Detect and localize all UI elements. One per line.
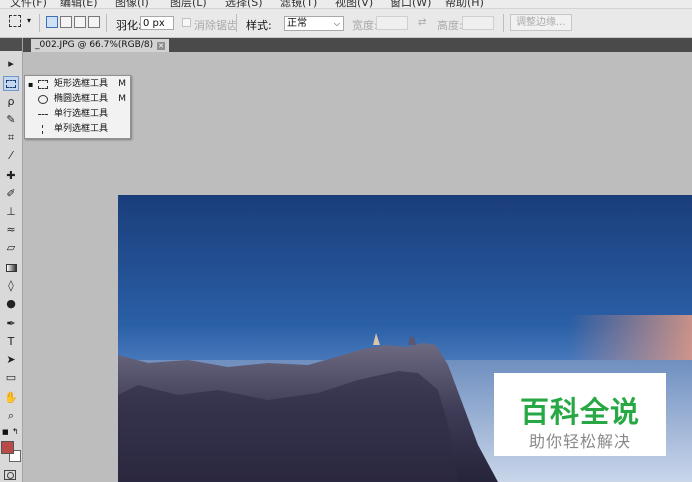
blur-tool-icon[interactable]: ◊: [3, 278, 19, 293]
eraser-tool-icon[interactable]: ▱: [3, 240, 19, 255]
zoom-tool-icon[interactable]: ⌕: [3, 408, 19, 423]
toolbox: ▸ ρ ✎ ⌗ ⁄ ✚ ✐ ⊥ ≈ ▱ ◊ ● ✒ T ➤ ▭ ✋ ⌕ ■ ↰: [0, 38, 23, 482]
flyout-item-ellipse-marquee[interactable]: 椭圆选框工具 M: [25, 92, 130, 107]
history-brush-tool-icon[interactable]: ≈: [3, 222, 19, 237]
watermark-subtitle: 助你轻松解决: [528, 432, 631, 451]
subtract-selection-button[interactable]: [74, 16, 86, 28]
watermark-badge: 百科全说 助你轻松解决: [494, 373, 666, 456]
height-input[interactable]: [462, 16, 494, 30]
antialias-label: 消除锯齿: [194, 19, 238, 32]
flyout-item-label: 矩形选框工具: [54, 79, 109, 89]
chevron-down-icon: ⌵: [333, 19, 340, 28]
dodge-tool-icon[interactable]: ●: [3, 296, 19, 311]
flyout-item-shortcut: M: [118, 94, 126, 104]
flyout-item-single-row-marquee[interactable]: 单行选框工具: [25, 107, 130, 122]
pen-tool-icon[interactable]: ✒: [3, 316, 19, 331]
new-selection-button[interactable]: [46, 16, 58, 28]
clone-stamp-tool-icon[interactable]: ⊥: [3, 204, 19, 219]
divider: [503, 14, 504, 32]
divider: [39, 14, 40, 32]
gradient-tool-icon[interactable]: [3, 260, 19, 275]
move-tool-icon[interactable]: ▸: [3, 56, 19, 71]
divider: [236, 14, 237, 32]
menu-file[interactable]: 文件(F): [10, 0, 47, 8]
flyout-item-label: 椭圆选框工具: [54, 94, 109, 104]
intersect-selection-button[interactable]: [88, 16, 100, 28]
single-row-marquee-icon: [38, 114, 48, 115]
flyout-item-label: 单列选框工具: [54, 124, 109, 134]
ellipse-marquee-icon: [38, 95, 48, 104]
selected-bullet-icon: ▪: [28, 80, 34, 89]
marquee-tool-flyout: ▪ 矩形选框工具 M 椭圆选框工具 M 单行选框工具 单列选框工具: [24, 75, 131, 139]
brush-tool-icon[interactable]: ✐: [3, 186, 19, 201]
single-column-marquee-icon: [42, 125, 43, 134]
refine-edge-button[interactable]: 调整边缘...: [510, 14, 572, 31]
options-bar: ▾ 羽化: 0 px 消除锯齿 样式: 正常 ⌵ 宽度: ⇄ 高度: 调整边缘.…: [0, 9, 692, 38]
menu-help[interactable]: 帮助(H): [445, 0, 484, 8]
foreground-color-swatch[interactable]: [1, 441, 14, 454]
document-tab-bar: _002.JPG @ 66.7%(RGB/8) ✕: [23, 38, 692, 52]
menu-select[interactable]: 选择(S): [225, 0, 263, 8]
type-tool-icon[interactable]: T: [3, 334, 19, 349]
rect-marquee-preset-icon[interactable]: [9, 15, 21, 27]
path-selection-tool-icon[interactable]: ➤: [3, 352, 19, 367]
flyout-item-shortcut: M: [118, 79, 126, 89]
divider: [106, 14, 107, 32]
default-colors-icon[interactable]: ■: [2, 428, 9, 436]
menu-window[interactable]: 窗口(W): [390, 0, 431, 8]
style-select[interactable]: 正常 ⌵: [284, 16, 344, 31]
flyout-item-label: 单行选框工具: [54, 109, 109, 119]
menu-view[interactable]: 视图(V): [335, 0, 373, 8]
width-label: 宽度:: [352, 19, 378, 32]
menu-filter[interactable]: 滤镜(T): [280, 0, 317, 8]
quick-mask-icon[interactable]: [4, 470, 16, 480]
shape-tool-icon[interactable]: ▭: [3, 370, 19, 385]
flyout-item-rect-marquee[interactable]: ▪ 矩形选框工具 M: [25, 77, 130, 92]
rect-marquee-icon: [38, 80, 48, 89]
height-label: 高度:: [437, 19, 463, 32]
feather-label: 羽化:: [116, 19, 142, 32]
rect-marquee-tool-icon[interactable]: [3, 76, 19, 91]
swap-icon[interactable]: ⇄: [418, 17, 426, 28]
lasso-tool-icon[interactable]: ρ: [3, 94, 19, 109]
close-icon[interactable]: ✕: [157, 41, 166, 50]
menu-image[interactable]: 图像(I): [115, 0, 149, 8]
menu-edit[interactable]: 编辑(E): [60, 0, 98, 8]
document-tab-label: _002.JPG @ 66.7%(RGB/8): [35, 40, 154, 50]
add-to-selection-button[interactable]: [60, 16, 72, 28]
preset-dropdown-icon[interactable]: ▾: [27, 16, 31, 25]
swap-colors-icon[interactable]: ↰: [12, 427, 19, 436]
eyedropper-tool-icon[interactable]: ⁄: [3, 148, 19, 163]
toolbox-header[interactable]: [0, 38, 22, 51]
watermark-title: 百科全说: [519, 395, 640, 429]
document-tab[interactable]: _002.JPG @ 66.7%(RGB/8) ✕: [31, 39, 170, 52]
style-select-value: 正常: [287, 18, 307, 29]
style-label: 样式:: [246, 19, 272, 32]
menu-layer[interactable]: 图层(L): [170, 0, 207, 8]
feather-input[interactable]: 0 px: [140, 16, 174, 30]
quick-selection-tool-icon[interactable]: ✎: [3, 112, 19, 127]
menu-bar: 文件(F) 编辑(E) 图像(I) 图层(L) 选择(S) 滤镜(T) 视图(V…: [0, 0, 692, 9]
width-input[interactable]: [376, 16, 408, 30]
healing-brush-tool-icon[interactable]: ✚: [3, 168, 19, 183]
antialias-checkbox[interactable]: [182, 18, 191, 27]
crop-tool-icon[interactable]: ⌗: [3, 130, 19, 145]
hand-tool-icon[interactable]: ✋: [3, 390, 19, 405]
flyout-item-single-column-marquee[interactable]: 单列选框工具: [25, 122, 130, 137]
